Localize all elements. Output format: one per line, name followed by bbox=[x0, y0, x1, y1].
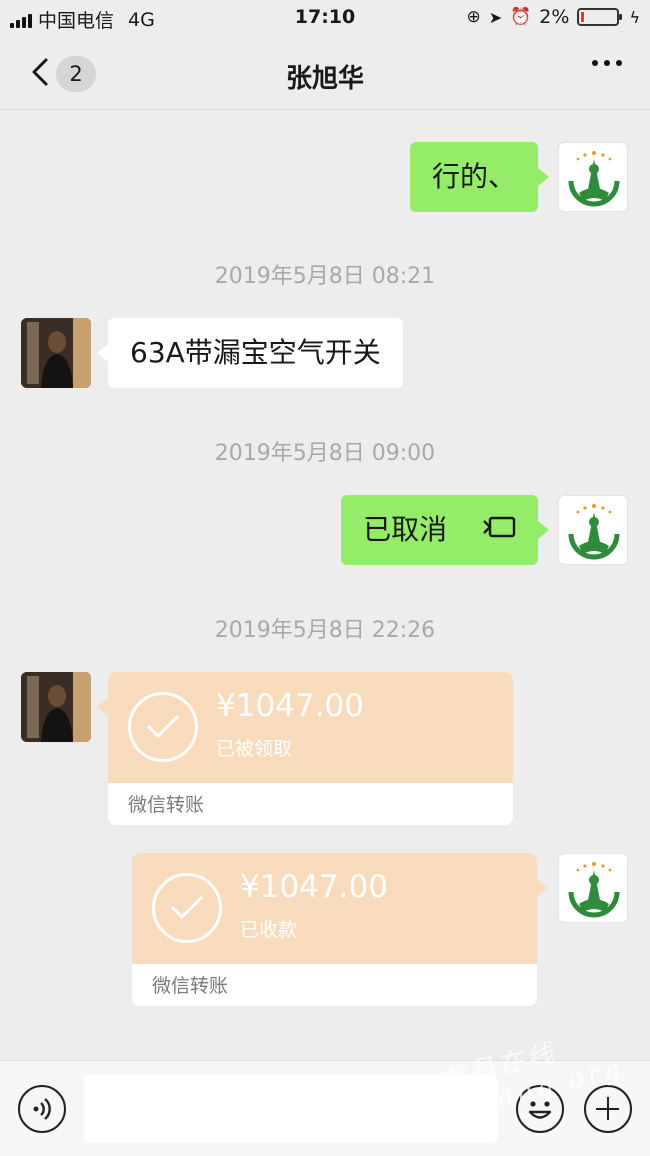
message-bubble-self[interactable]: 行的、 bbox=[409, 142, 538, 212]
transfer-amount: ¥1047.00 bbox=[240, 869, 388, 905]
message-text-input[interactable] bbox=[84, 1075, 498, 1143]
bubble-tail bbox=[97, 344, 108, 362]
message-timestamp: 2019年5月8日 22:26 bbox=[214, 618, 436, 643]
self-avatar[interactable] bbox=[558, 495, 628, 565]
dot-icon bbox=[616, 60, 622, 66]
transfer-card-top: ¥1047.00 已收款 bbox=[132, 853, 537, 964]
transfer-label: 微信转账 bbox=[152, 975, 229, 997]
transfer-card-collected[interactable]: ¥1047.00 已收款 微信转账 bbox=[132, 853, 537, 1006]
status-bar: 中国电信 4G 17:10 ⊕ ➤ ⏰ 2% ϟ bbox=[0, 0, 650, 36]
dot-icon bbox=[604, 60, 610, 66]
bubble-tail bbox=[538, 168, 549, 186]
voice-input-button[interactable] bbox=[18, 1085, 66, 1133]
bubble-tail bbox=[537, 879, 548, 897]
more-functions-button[interactable] bbox=[584, 1085, 632, 1133]
contact-avatar[interactable] bbox=[21, 318, 91, 388]
transfer-card-top: ¥1047.00 已被领取 bbox=[108, 672, 513, 783]
logo-icon bbox=[568, 862, 620, 918]
person-photo bbox=[21, 318, 91, 388]
self-avatar[interactable] bbox=[558, 853, 628, 923]
alarm-icon: ⏰ bbox=[510, 7, 532, 27]
chat-header: 2 张旭华 bbox=[0, 36, 650, 110]
bubble-tail bbox=[97, 698, 108, 716]
message-timestamp: 2019年5月8日 08:21 bbox=[214, 264, 436, 289]
battery-percent: 2% bbox=[539, 6, 570, 28]
orientation-lock-icon: ⊕ bbox=[466, 7, 481, 27]
voice-call-icon bbox=[482, 494, 516, 564]
voice-wave-icon bbox=[33, 1098, 51, 1120]
contact-avatar[interactable] bbox=[21, 672, 91, 742]
more-options-button[interactable] bbox=[592, 60, 622, 66]
check-circle-icon bbox=[128, 692, 198, 762]
self-avatar[interactable] bbox=[558, 142, 628, 212]
transfer-status: 已被领取 bbox=[216, 738, 293, 760]
chat-title: 张旭华 bbox=[285, 64, 364, 94]
transfer-status: 已收款 bbox=[240, 919, 298, 941]
status-right: ⊕ ➤ ⏰ 2% ϟ bbox=[466, 6, 640, 28]
battery-icon bbox=[577, 8, 623, 26]
bubble-tail bbox=[538, 521, 549, 539]
charging-icon: ϟ bbox=[629, 7, 640, 27]
logo-icon bbox=[568, 151, 620, 207]
dot-icon bbox=[592, 60, 598, 66]
message-timestamp: 2019年5月8日 09:00 bbox=[214, 441, 436, 466]
call-status-text: 已取消 bbox=[363, 513, 448, 546]
person-photo bbox=[21, 672, 91, 742]
transfer-card-received[interactable]: ¥1047.00 已被领取 微信转账 bbox=[108, 672, 513, 825]
logo-icon bbox=[568, 504, 620, 560]
transfer-amount: ¥1047.00 bbox=[216, 688, 364, 724]
message-bubble-other[interactable]: 63A带漏宝空气开关 bbox=[108, 318, 403, 388]
call-cancelled-bubble[interactable]: 已取消 bbox=[341, 495, 538, 565]
location-icon: ➤ bbox=[488, 7, 503, 27]
transfer-label: 微信转账 bbox=[128, 794, 205, 816]
check-circle-icon bbox=[152, 873, 222, 943]
